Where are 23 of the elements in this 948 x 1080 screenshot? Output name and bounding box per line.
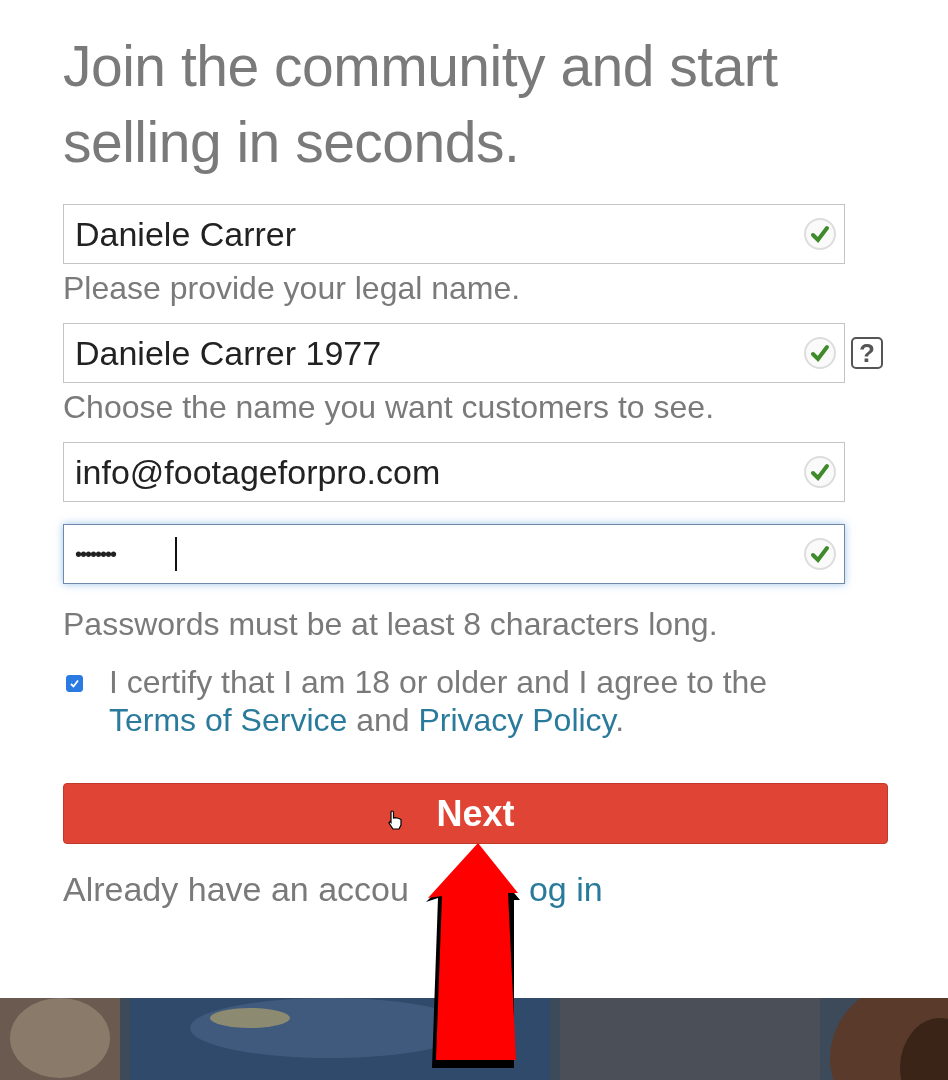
terms-link[interactable]: Terms of Service — [109, 702, 348, 738]
input-field[interactable]: info@footageforpro.com — [63, 442, 845, 502]
login-prompt: Already have an accou — [63, 870, 409, 909]
check-icon — [803, 217, 837, 251]
text-caret — [175, 537, 177, 571]
agree-checkbox[interactable] — [66, 675, 83, 692]
input-field[interactable]: Daniele Carrer 1977 — [63, 323, 845, 383]
input-field[interactable]: Daniele Carrer — [63, 204, 845, 264]
hand-cursor-icon — [387, 810, 403, 830]
next-button[interactable]: Next — [63, 783, 888, 844]
field-hint: Please provide your legal name. — [63, 270, 522, 307]
help-button[interactable]: ? — [851, 337, 883, 369]
page-heading: Join the community and start selling in seconds. — [63, 33, 779, 176]
tick-icon — [69, 678, 80, 689]
check-icon — [803, 336, 837, 370]
privacy-link[interactable]: Privacy Policy — [418, 702, 616, 738]
password-field[interactable]: •••••••• — [63, 524, 845, 584]
password-rule: Passwords must be at least 8 characters long. — [63, 606, 719, 643]
agreement-text: I certify that I am 18 or older and I agree to the Terms of Service and Privacy Policy. — [109, 663, 769, 739]
check-icon — [803, 537, 837, 571]
field-hint: Choose the name you want customers to see. — [63, 389, 715, 426]
login-link[interactable]: og in — [528, 870, 603, 909]
check-icon — [803, 455, 837, 489]
